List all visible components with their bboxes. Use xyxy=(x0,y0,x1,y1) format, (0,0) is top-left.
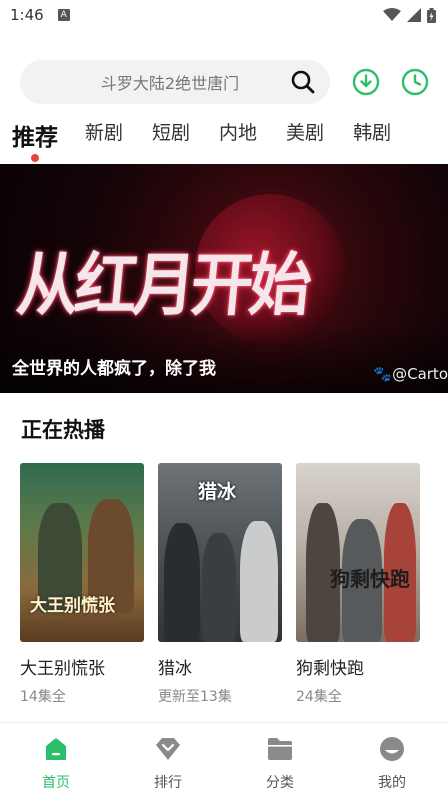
hot-shows-list: 大王别慌张 大王别慌张 14集全 猎冰 猎冰 更新至13集 狗剩快跑 狗剩快跑 … xyxy=(20,463,420,706)
home-icon xyxy=(42,735,70,763)
show-title: 猎冰 xyxy=(158,659,192,679)
tab-us-drama[interactable]: 美剧 xyxy=(286,118,324,145)
bottom-nav: 首页 排行 分类 我的 xyxy=(0,723,448,798)
show-episodes: 24集全 xyxy=(296,689,342,705)
tab-label: 美剧 xyxy=(286,122,325,144)
download-icon[interactable] xyxy=(352,68,380,96)
tab-label: 内地 xyxy=(219,122,258,144)
nav-profile[interactable]: 我的 xyxy=(336,723,448,798)
tab-korean-drama[interactable]: 韩剧 xyxy=(353,118,391,145)
show-card[interactable]: 大王别慌张 大王别慌张 14集全 xyxy=(20,463,144,706)
profile-icon xyxy=(378,735,406,763)
nav-label: 排行 xyxy=(154,775,182,791)
ranking-icon xyxy=(154,735,182,763)
show-title: 大王别慌张 xyxy=(20,659,105,679)
poster-title-art: 大王别慌张 xyxy=(30,596,115,616)
signal-icon xyxy=(407,8,421,22)
section-title: 正在热播 xyxy=(21,418,105,442)
wifi-icon xyxy=(383,8,401,21)
tab-short-drama[interactable]: 短剧 xyxy=(152,118,190,145)
poster-title-art: 狗剩快跑 xyxy=(330,567,410,591)
show-episodes: 14集全 xyxy=(20,689,66,705)
nav-home[interactable]: 首页 xyxy=(0,723,112,798)
nav-label: 首页 xyxy=(42,775,70,791)
tab-label: 韩剧 xyxy=(353,122,392,144)
active-tab-indicator xyxy=(31,154,39,162)
tab-recommend[interactable]: 推荐 xyxy=(12,118,58,162)
search-placeholder: 斗罗大陆2绝世唐门 xyxy=(100,74,240,93)
status-indicators xyxy=(383,7,436,23)
nav-label: 分类 xyxy=(266,775,294,791)
banner-credit: 🐾@Carto xyxy=(373,365,448,383)
category-icon xyxy=(266,735,294,763)
search-row: 斗罗大陆2绝世唐门 xyxy=(20,60,440,104)
nav-ranking[interactable]: 排行 xyxy=(112,723,224,798)
poster-title-art: 猎冰 xyxy=(198,481,237,503)
search-input[interactable]: 斗罗大陆2绝世唐门 xyxy=(20,60,330,104)
show-card[interactable]: 猎冰 猎冰 更新至13集 xyxy=(158,463,282,706)
notification-icon: A xyxy=(57,9,70,21)
show-episodes: 更新至13集 xyxy=(158,689,232,705)
nav-label: 我的 xyxy=(378,775,406,791)
tab-mainland[interactable]: 内地 xyxy=(219,118,257,145)
nav-category[interactable]: 分类 xyxy=(224,723,336,798)
status-bar: 1:46 A xyxy=(0,0,448,30)
battery-icon xyxy=(427,7,436,23)
search-icon[interactable] xyxy=(290,69,316,95)
history-icon[interactable] xyxy=(401,68,429,96)
tab-new-drama[interactable]: 新剧 xyxy=(85,118,123,145)
show-poster[interactable]: 猎冰 xyxy=(158,463,282,642)
show-poster[interactable]: 狗剩快跑 xyxy=(296,463,420,642)
status-time: 1:46 xyxy=(10,6,44,24)
banner-title-art: 从红月开始 xyxy=(13,244,312,326)
category-tabs: 推荐 新剧 短剧 内地 美剧 韩剧 xyxy=(0,118,448,162)
show-title: 狗剩快跑 xyxy=(296,659,364,679)
tab-label: 新剧 xyxy=(85,122,124,144)
tab-label: 短剧 xyxy=(152,122,191,144)
tab-label: 推荐 xyxy=(12,125,58,151)
show-card[interactable]: 狗剩快跑 狗剩快跑 24集全 xyxy=(296,463,420,706)
banner-caption: 全世界的人都疯了，除了我 xyxy=(12,359,216,379)
show-poster[interactable]: 大王别慌张 xyxy=(20,463,144,642)
featured-banner[interactable]: 从红月开始 全世界的人都疯了，除了我 🐾@Carto xyxy=(0,164,448,393)
